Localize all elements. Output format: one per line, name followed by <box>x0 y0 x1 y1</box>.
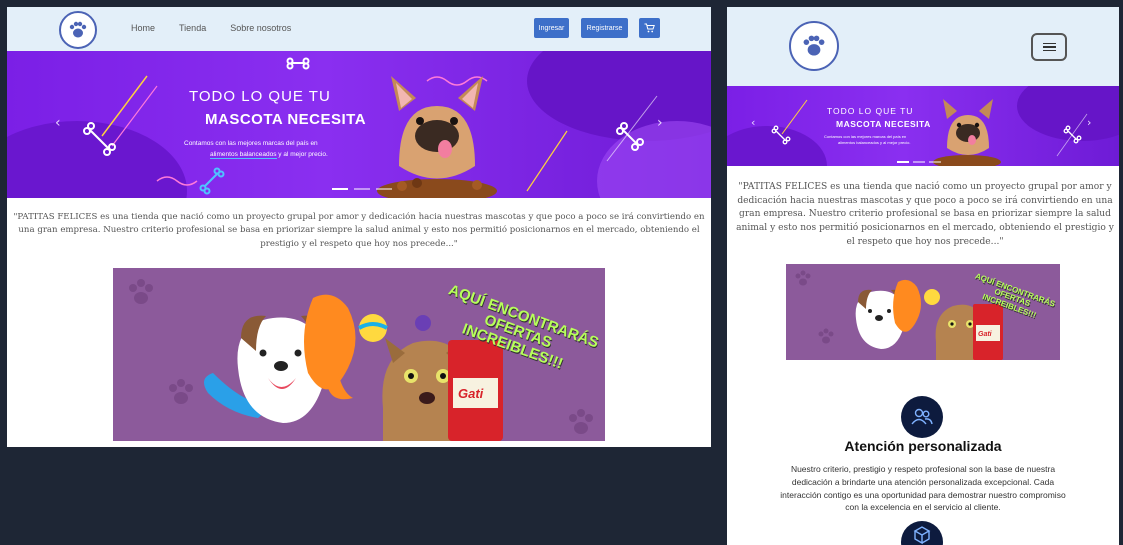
users-icon <box>911 408 933 425</box>
dog-illustration <box>933 99 1001 166</box>
hero-title-line2: MASCOTA NECESITA <box>836 119 931 129</box>
carousel-indicators[interactable] <box>897 161 941 163</box>
next-feature-icon-circle <box>901 521 943 545</box>
login-button[interactable]: Ingresar <box>534 18 569 38</box>
hero-subtitle-line1: Contamos con las mejores marcas del país… <box>824 134 907 139</box>
hero-subtitle-line1: Contamos con las mejores marcas del país… <box>184 140 318 147</box>
hero-subtitle-highlight: alimentos balanceados <box>210 151 277 160</box>
paw-icon <box>69 21 87 38</box>
brand-logo[interactable] <box>59 11 97 49</box>
navbar: Home Tienda Sobre nosotros Ingresar Regi… <box>7 7 711 51</box>
promo-banner[interactable]: Gati AQUÍ ENCONTRARÁS OFERTAS INCREIBLES… <box>113 268 605 441</box>
hero-subtitle-line2: y al mejor precio. <box>878 140 911 146</box>
hero-subtitle: Contamos con las mejores marcas del país… <box>184 138 328 160</box>
feature-title: Atención personalizada <box>844 438 1002 454</box>
register-button[interactable]: Registrarse <box>581 18 628 38</box>
hero-title-line1: TODO LO QUE TU <box>189 88 331 105</box>
bone-icon <box>199 167 225 195</box>
paw-icon <box>803 35 825 56</box>
nav-link-home[interactable]: Home <box>131 23 155 33</box>
hero-carousel-mobile: TODO LO QUE TU MASCOTA NECESITA Contamos… <box>727 86 1119 166</box>
promo-brand-label: Gati <box>978 331 993 338</box>
hero-title-line1: TODO LO QUE TU <box>827 106 914 116</box>
feature-icon-circle <box>901 396 943 438</box>
box-icon <box>913 526 931 545</box>
about-quote: "PATITAS FELICES es una tienda que nació… <box>13 212 705 249</box>
cart-icon <box>644 23 655 33</box>
hero-title-line2: MASCOTA NECESITA <box>205 111 367 128</box>
bone-icon <box>616 122 644 151</box>
cart-button[interactable] <box>639 18 660 38</box>
mobile-view: TODO LO QUE TU MASCOTA NECESITA Contamos… <box>727 7 1119 545</box>
hamburger-menu-button[interactable] <box>1031 33 1067 61</box>
nav-links: Home Tienda Sobre nosotros <box>131 23 291 33</box>
hero-subtitle-highlight: alimentos balanceados <box>838 140 879 146</box>
bone-icon <box>771 125 791 145</box>
menu-icon <box>1042 42 1056 45</box>
promo-banner[interactable]: Gati AQUÍ ENCONTRARÁS OFERTAS INCREIBLES… <box>786 264 1060 360</box>
brand-logo[interactable] <box>789 21 839 71</box>
paw-print-icon <box>795 270 834 344</box>
hero-carousel: TODO LO QUE TU MASCOTA NECESITA Contamos… <box>7 51 711 198</box>
promo-brand-label: Gati <box>458 386 484 401</box>
bone-icon <box>286 57 310 70</box>
dog-illustration <box>377 76 497 198</box>
desktop-view: Home Tienda Sobre nosotros Ingresar Regi… <box>7 7 711 447</box>
nav-link-tienda[interactable]: Tienda <box>179 23 206 33</box>
about-quote: "PATITAS FELICES es una tienda que nació… <box>736 182 1114 247</box>
carousel-indicators[interactable] <box>332 188 392 190</box>
carousel-prev-arrow[interactable]: ‹ <box>55 115 61 131</box>
carousel-next-arrow[interactable]: › <box>1087 116 1091 129</box>
hero-subtitle-line2: y al mejor precio. <box>276 151 328 159</box>
hero-subtitle: Contamos con las mejores marcas del país… <box>824 134 911 147</box>
bone-icon <box>83 122 116 156</box>
carousel-prev-arrow[interactable]: ‹ <box>751 116 755 129</box>
nav-link-sobre-nosotros[interactable]: Sobre nosotros <box>230 23 291 33</box>
navbar-mobile <box>727 7 1119 86</box>
feature-description: Nuestro criterio, prestigio y respeto pr… <box>780 464 1066 513</box>
carousel-next-arrow[interactable]: › <box>657 115 663 131</box>
